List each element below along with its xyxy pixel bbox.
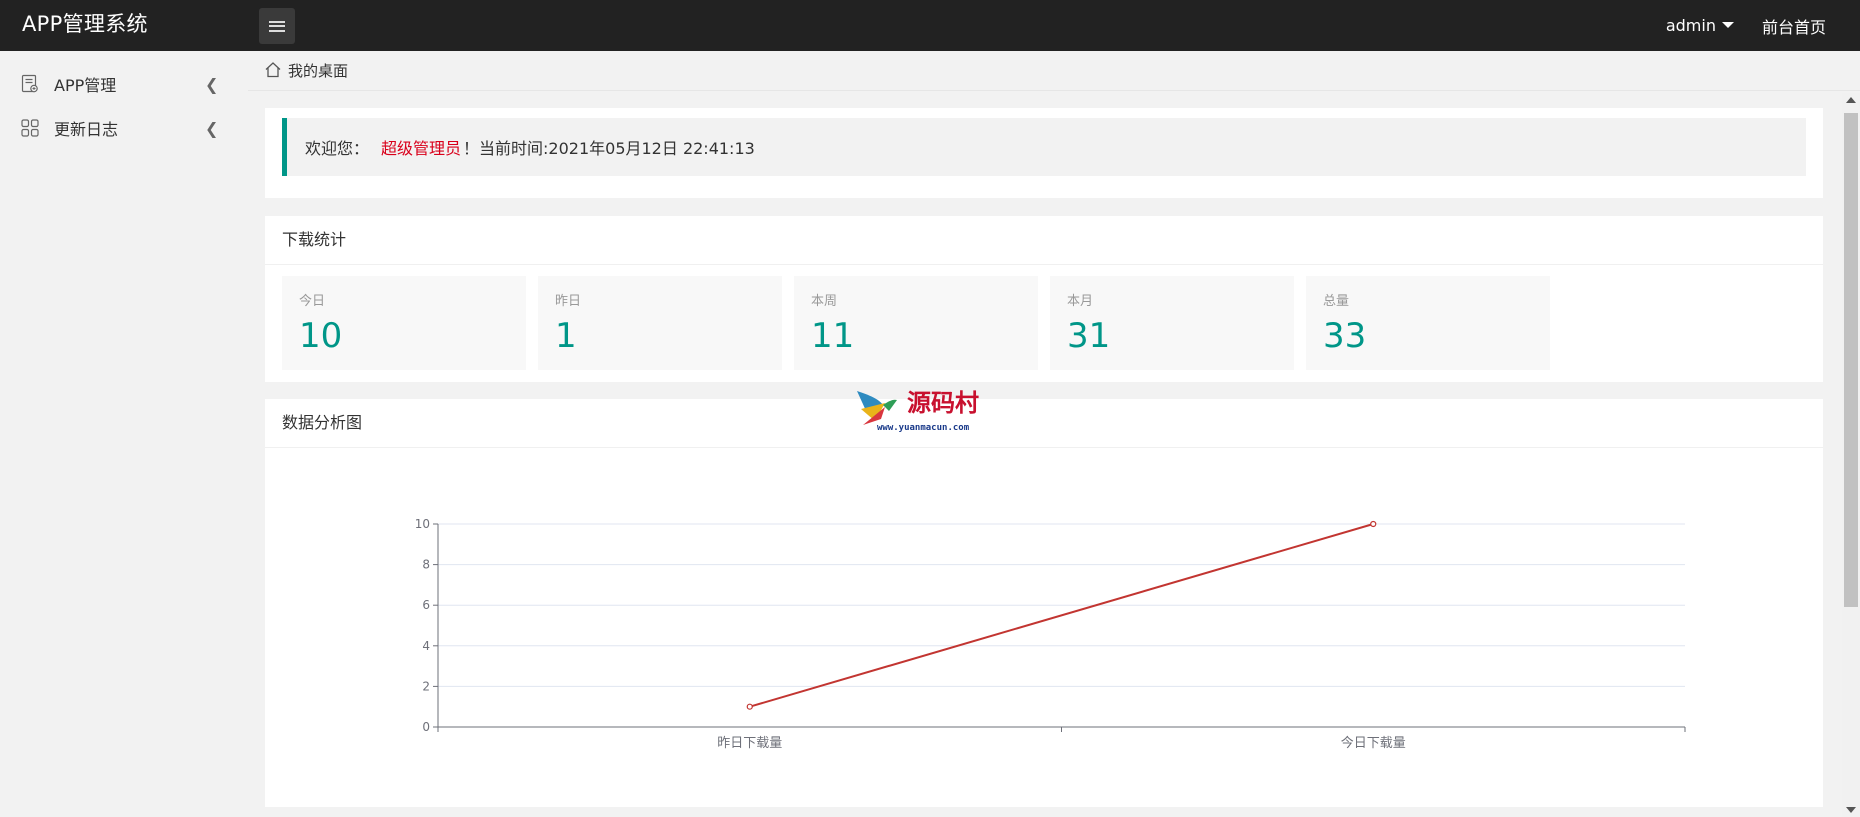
chevron-left-icon: ❮ bbox=[205, 74, 219, 94]
hamburger-icon bbox=[269, 20, 285, 32]
x-tick-label: 今日下载量 bbox=[1341, 735, 1406, 751]
user-name: admin bbox=[1665, 16, 1716, 35]
stat-label: 昨日 bbox=[555, 294, 582, 309]
sidebar-item-label: APP管理 bbox=[54, 76, 117, 95]
caret-down-icon bbox=[1721, 21, 1734, 28]
watermark-logo: 源码村 www.yuanmacun.com bbox=[857, 388, 979, 433]
y-tick-label: 4 bbox=[422, 639, 430, 653]
welcome-prefix: 欢迎您： bbox=[305, 139, 370, 158]
header-right: admin 前台首页 bbox=[1666, 0, 1826, 51]
user-menu[interactable]: admin bbox=[1666, 16, 1734, 35]
y-tick-label: 10 bbox=[415, 517, 430, 531]
sidebar: APP管理 ❮ 更新日志 ❮ bbox=[0, 51, 248, 817]
admin-role-name: 超级管理员 bbox=[381, 139, 462, 158]
vertical-scrollbar[interactable] bbox=[1842, 93, 1860, 817]
data-analysis-card: 数据分析图 0 2 4 6 8 10 昨日下载量 今日下载量 bbox=[265, 399, 1823, 807]
stat-month: 本月 31 bbox=[1050, 276, 1294, 370]
stat-today: 今日 10 bbox=[282, 276, 526, 370]
stat-label: 本月 bbox=[1067, 294, 1094, 309]
scrollbar-thumb[interactable] bbox=[1844, 113, 1858, 607]
stat-yesterday: 昨日 1 bbox=[538, 276, 782, 370]
current-time-text: ！当前时间:2021年05月12日 22:41:13 bbox=[463, 139, 755, 158]
sidebar-item-app-manage[interactable]: APP管理 ❮ bbox=[0, 64, 248, 104]
stat-label: 今日 bbox=[299, 294, 326, 309]
top-header: APP管理系统 admin 前台首页 bbox=[0, 0, 1860, 51]
y-tick-label: 2 bbox=[422, 679, 430, 693]
stat-label: 本周 bbox=[811, 294, 838, 309]
divider bbox=[265, 264, 1823, 265]
stat-value: 11 bbox=[811, 316, 855, 356]
y-tick-label: 0 bbox=[422, 720, 430, 734]
x-tick-label: 昨日下载量 bbox=[717, 736, 782, 751]
stat-label: 总量 bbox=[1323, 294, 1350, 309]
app-logo[interactable]: APP管理系统 bbox=[22, 0, 148, 51]
line-chart: 0 2 4 6 8 10 昨日下载量 今日下载量 bbox=[415, 517, 1686, 751]
y-tick-label: 6 bbox=[422, 598, 430, 612]
welcome-card: 欢迎您： 超级管理员 ！当前时间:2021年05月12日 22:41:13 bbox=[265, 108, 1823, 198]
watermark-cn: 源码村 bbox=[907, 388, 979, 417]
scroll-down-arrow-icon[interactable] bbox=[1846, 807, 1856, 813]
breadcrumb-label[interactable]: 我的桌面 bbox=[288, 60, 348, 81]
sidebar-item-update-log[interactable]: 更新日志 ❮ bbox=[0, 108, 248, 148]
card-title: 下载统计 bbox=[282, 230, 347, 249]
chevron-left-icon: ❮ bbox=[205, 118, 219, 138]
stat-value: 1 bbox=[555, 316, 577, 356]
stat-value: 10 bbox=[299, 316, 343, 356]
menu-toggle-button[interactable] bbox=[259, 8, 295, 44]
data-point bbox=[746, 703, 753, 710]
stat-value: 31 bbox=[1067, 316, 1111, 356]
watermark-url: www.yuanmacun.com bbox=[877, 423, 970, 433]
stat-total: 总量 33 bbox=[1306, 276, 1550, 370]
data-point bbox=[1370, 520, 1377, 528]
download-stats-card: 下载统计 今日 10 昨日 1 本周 11 本月 31 总量 33 bbox=[265, 216, 1823, 382]
stat-value: 33 bbox=[1323, 316, 1367, 356]
scroll-up-arrow-icon[interactable] bbox=[1846, 97, 1856, 103]
grid-icon bbox=[21, 119, 39, 137]
breadcrumb: 我的桌面 bbox=[248, 51, 1860, 91]
welcome-message: 欢迎您： 超级管理员 ！当前时间:2021年05月12日 22:41:13 bbox=[282, 118, 1806, 176]
stat-week: 本周 11 bbox=[794, 276, 1038, 370]
series-line bbox=[749, 523, 1374, 708]
frontend-home-link[interactable]: 前台首页 bbox=[1762, 14, 1826, 38]
home-icon bbox=[265, 62, 281, 78]
app-doc-icon bbox=[21, 74, 38, 93]
sidebar-item-label: 更新日志 bbox=[54, 120, 119, 139]
y-tick-label: 8 bbox=[422, 558, 430, 572]
